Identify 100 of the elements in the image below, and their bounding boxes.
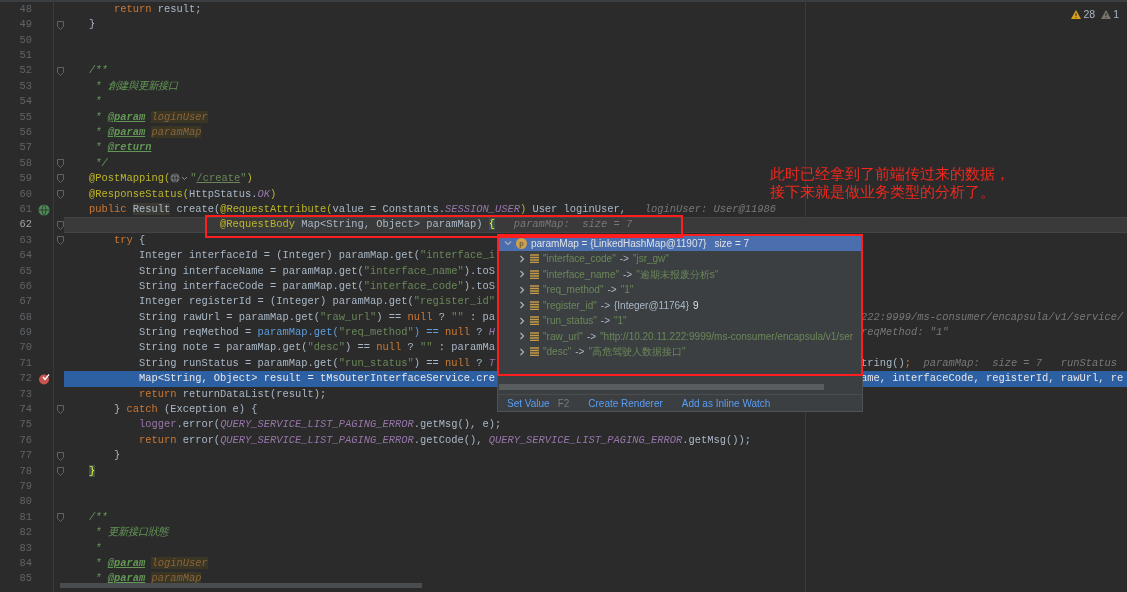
code-text: reqMethod: "1" bbox=[861, 325, 950, 341]
code-text: ) bbox=[246, 172, 253, 185]
code-line: Integer interfaceId = (Integer) paramMap.get("interface_i bbox=[137, 248, 495, 264]
entry-key: "interface_name" bbox=[543, 266, 620, 282]
scrollbar[interactable] bbox=[499, 384, 824, 390]
chevron-right-icon[interactable] bbox=[518, 316, 526, 325]
code-line: * 創建與更新接口 bbox=[94, 78, 178, 94]
chevron-right-icon[interactable] bbox=[518, 254, 526, 263]
line-number: 62 bbox=[18, 217, 32, 233]
code-line: * bbox=[94, 540, 102, 556]
tree-row[interactable]: "run_status" -> "1" bbox=[498, 313, 862, 329]
code-text: " bbox=[240, 172, 247, 185]
entry-arrow: -> bbox=[586, 329, 597, 344]
chevron-right-icon[interactable] bbox=[518, 270, 526, 279]
code-line: return returnDataList(result); bbox=[137, 386, 327, 402]
code-text: /create bbox=[196, 172, 241, 185]
list-icon bbox=[530, 254, 539, 264]
code-text: tring(); paramMap: size = 7 runStatus bbox=[861, 355, 1119, 371]
chevron-right-icon[interactable] bbox=[518, 347, 526, 356]
warning-count: 1 bbox=[1113, 7, 1119, 22]
entry-key: "req_method" bbox=[543, 282, 604, 298]
list-icon bbox=[530, 316, 539, 326]
action-link[interactable]: Add as Inline Watch bbox=[681, 395, 771, 411]
code-line: } bbox=[112, 448, 121, 464]
annotation-text: 此时已经拿到了前端传过来的数据， bbox=[770, 165, 1010, 183]
entry-arrow: -> bbox=[575, 345, 585, 360]
code-text: 222:9999/ms-consumer/encapsula/v1/service/ bbox=[861, 309, 1125, 325]
code-line: Integer registerId = (Integer) paramMap.get("register_id" bbox=[137, 294, 495, 310]
code-line: public Result create(@RequestAttribute(value = Constants.SESSION_USER) User loginUser, loginUser: User@11986 bbox=[87, 201, 776, 217]
code-line: * @return bbox=[94, 140, 152, 156]
code-line: return result; bbox=[112, 1, 202, 17]
code-line: * bbox=[94, 94, 102, 110]
code-line: * @param loginUser bbox=[94, 555, 208, 571]
code-line: */ bbox=[94, 155, 108, 171]
tree-row[interactable]: "register_id" -> {Integer@11764} 9 bbox=[498, 297, 862, 313]
action-link[interactable]: Set Value bbox=[507, 395, 550, 411]
fold-icon[interactable] bbox=[56, 513, 64, 523]
tree-row[interactable]: "raw_url" -> "http://10.20.11.222:9999/ms-consumer/encapsula/v1/ser bbox=[498, 328, 862, 344]
line-number: 49 bbox=[18, 17, 32, 33]
list-icon bbox=[530, 285, 539, 295]
warning-icon[interactable] bbox=[1071, 10, 1082, 20]
list-icon bbox=[530, 347, 539, 357]
code-text: @PostMapping( bbox=[87, 172, 171, 185]
line-number: 53 bbox=[18, 78, 32, 94]
tree-row[interactable]: "req_method" -> "1" bbox=[498, 282, 862, 298]
code-text: " bbox=[190, 172, 197, 185]
code-line: @RequestBody Map<String, Object> paramMap) { paramMap: size = 7 bbox=[219, 217, 633, 233]
line-number: 77 bbox=[18, 448, 32, 464]
entry-arrow: -> bbox=[600, 314, 610, 329]
variable-size: size = 7 bbox=[714, 236, 750, 251]
entry-arrow: -> bbox=[600, 298, 610, 313]
entry-arrow: -> bbox=[607, 283, 617, 298]
code-line: String interfaceName = paramMap.get("interface_name").toS bbox=[137, 263, 495, 279]
variable-name: paramMap = {LinkedHashMap@11907} bbox=[531, 236, 707, 251]
code-line: } catch (Exception e) { bbox=[112, 402, 258, 418]
fold-icon[interactable] bbox=[56, 405, 64, 415]
code-line: String rawUrl = paramMap.get("raw_url") == null ? "" : pa bbox=[137, 309, 496, 325]
entry-key: "run_status" bbox=[543, 313, 597, 329]
chevron-right-icon[interactable] bbox=[518, 285, 526, 294]
chevron-right-icon[interactable] bbox=[518, 301, 526, 310]
line-number: 54 bbox=[18, 94, 32, 110]
code-line: String reqMethod = paramMap.get("req_method") == null ? H bbox=[137, 325, 496, 341]
entry-key: "register_id" bbox=[543, 297, 597, 313]
action-link[interactable]: Create Renderer bbox=[588, 395, 663, 411]
entry-key: "raw_url" bbox=[543, 328, 583, 344]
entry-arrow: -> bbox=[619, 252, 629, 267]
fold-icon[interactable] bbox=[56, 20, 64, 30]
globe-icon[interactable] bbox=[38, 203, 50, 216]
line-number: 48 bbox=[18, 1, 32, 17]
entry-arrow: -> bbox=[623, 267, 633, 282]
line-number: 63 bbox=[18, 232, 32, 248]
line-number: 67 bbox=[18, 294, 32, 310]
code-line: * 更新接口狀態 bbox=[94, 525, 168, 541]
line-number: 84 bbox=[18, 555, 32, 571]
warning-count: 28 bbox=[1083, 7, 1096, 22]
code-line: logger.error(QUERY_SERVICE_LIST_PAGING_ERROR.getMsg(), e); bbox=[137, 417, 502, 433]
entry-ref: {Integer@11764} bbox=[613, 298, 689, 313]
tree-row[interactable]: "interface_code" -> "jsr_gw" bbox=[498, 251, 862, 267]
code-line: /** bbox=[87, 509, 108, 525]
code-line: Map<String, Object> result = tMsOuterInterfaceService.cre bbox=[137, 371, 496, 387]
chevron-down-icon[interactable] bbox=[504, 239, 512, 247]
entry-key: "desc" bbox=[543, 344, 572, 360]
entry-value: "1" bbox=[613, 314, 627, 329]
fold-icon[interactable] bbox=[56, 66, 64, 76]
code-line: /** bbox=[87, 63, 108, 79]
code-line: } bbox=[87, 17, 96, 33]
list-icon bbox=[530, 300, 539, 310]
code-line: try { bbox=[112, 232, 146, 248]
list-icon bbox=[530, 331, 539, 341]
code-line: String note = paramMap.get("desc") == null ? "" : paramMa bbox=[137, 340, 495, 356]
entry-value: 9 bbox=[693, 298, 699, 313]
line-number: 73 bbox=[18, 386, 32, 402]
shortcut-text: F2 bbox=[557, 396, 570, 411]
breakpoint-icon[interactable] bbox=[38, 373, 50, 386]
scrollbar[interactable] bbox=[60, 583, 422, 588]
chevron-right-icon[interactable] bbox=[518, 332, 526, 341]
annotation-text: 接下来就是做业务类型的分析了。 bbox=[770, 183, 996, 201]
code-line: return error(QUERY_SERVICE_LIST_PAGING_ERROR.getCode(), QUERY_SERVICE_LIST_PAGING_ERROR.getMsg()); bbox=[137, 432, 751, 448]
code-line: * @param loginUser bbox=[94, 109, 208, 125]
warning-icon[interactable] bbox=[1101, 10, 1112, 20]
